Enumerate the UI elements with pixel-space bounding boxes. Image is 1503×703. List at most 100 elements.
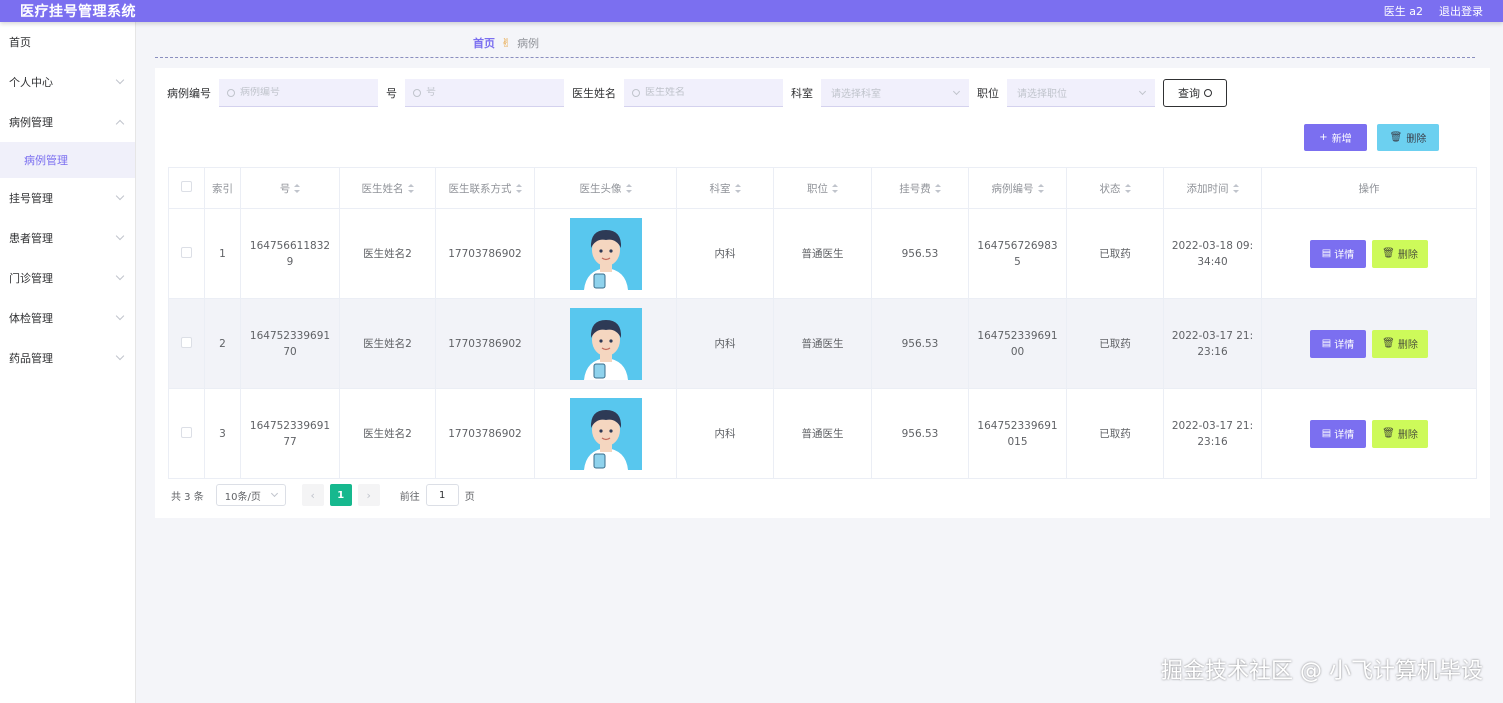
sort-icon[interactable] (1232, 184, 1239, 193)
col-time-label: 添加时间 (1186, 182, 1229, 195)
col-num[interactable]: 号 (240, 167, 340, 209)
cell-case-no-text: 1647567269835 (977, 239, 1058, 268)
cell-avatar (534, 208, 677, 299)
sort-icon[interactable] (515, 184, 522, 193)
sidebar-item-registration[interactable]: 挂号管理 (0, 178, 135, 218)
prev-page-button[interactable]: ‹ (301, 484, 324, 506)
detail-button[interactable]: ▤ 详情 (1310, 239, 1366, 268)
add-button[interactable]: + 新增 (1304, 124, 1367, 151)
delete-label: 删除 (1406, 134, 1427, 145)
select-all-checkbox[interactable] (181, 181, 192, 192)
sidebar-item-profile[interactable]: 个人中心 (0, 62, 135, 102)
cell-ops: ▤ 详情 🗑 删除 (1261, 388, 1477, 479)
cell-time: 2022-03-18 09:34:40 (1163, 208, 1262, 299)
next-page-button[interactable]: › (357, 484, 380, 506)
col-fee-label: 挂号费 (899, 182, 931, 195)
sort-icon[interactable] (625, 184, 632, 193)
batch-delete-button[interactable]: 🗑 删除 (1377, 124, 1439, 151)
sidebar-subitem-case-management[interactable]: 病例管理 (0, 142, 135, 178)
document-icon: ▤ (1321, 428, 1332, 439)
case-no-input[interactable] (240, 87, 360, 98)
row-actions: ▤ 详情 🗑 删除 (1262, 419, 1476, 448)
detail-button[interactable]: ▤ 详情 (1310, 329, 1366, 358)
sort-icon[interactable] (1037, 184, 1044, 193)
app-title: 医疗挂号管理系统 (20, 4, 136, 20)
title-select-placeholder: 请选择职位 (1017, 89, 1067, 100)
cell-avatar (534, 388, 677, 479)
row-select-cell (168, 388, 205, 479)
goto-input[interactable]: 1 (425, 484, 459, 506)
chevron-down-icon (952, 87, 961, 95)
row-actions: ▤ 详情 🗑 删除 (1262, 239, 1476, 268)
num-input[interactable] (426, 87, 546, 98)
col-num-label: 号 (279, 182, 291, 195)
col-case-no[interactable]: 病例编号 (968, 167, 1067, 209)
cell-index: 3 (204, 388, 241, 479)
detail-label: 详情 (1334, 430, 1355, 441)
sidebar-item-label: 个人中心 (9, 76, 53, 89)
title-select[interactable]: 请选择职位 (1007, 79, 1155, 107)
cell-time-text: 2022-03-17 21:23:16 (1171, 419, 1254, 448)
col-avatar-label: 医生头像 (579, 182, 622, 195)
cell-num: 16475233969177 (240, 388, 340, 479)
chevron-down-icon (1138, 87, 1147, 95)
dept-select[interactable]: 请选择科室 (821, 79, 969, 107)
sidebar-item-checkup[interactable]: 体检管理 (0, 298, 135, 338)
col-phone-label: 医生联系方式 (448, 182, 512, 195)
title-label: 职位 (977, 87, 999, 100)
page-size-select[interactable]: 10条/页 (215, 484, 286, 506)
cell-fee: 956.53 (871, 208, 969, 299)
sort-icon[interactable] (734, 184, 741, 193)
cell-case-no: 16475233969100 (968, 298, 1067, 389)
cell-title: 普通医生 (773, 208, 872, 299)
col-doctor[interactable]: 医生姓名 (339, 167, 436, 209)
sidebar-item-label: 门诊管理 (9, 272, 53, 285)
sort-icon[interactable] (407, 184, 414, 193)
sidebar-item-patients[interactable]: 患者管理 (0, 218, 135, 258)
query-button[interactable]: 查询 (1163, 79, 1227, 107)
doctor-input[interactable] (645, 87, 765, 98)
row-delete-button[interactable]: 🗑 删除 (1372, 239, 1428, 268)
breadcrumb-home[interactable]: 首页 (473, 35, 495, 51)
col-dept[interactable]: 科室 (676, 167, 774, 209)
page-size-value: 10条/页 (224, 491, 261, 503)
user-name[interactable]: 医生 a2 (1384, 3, 1423, 19)
doctor-avatar (569, 217, 642, 290)
col-fee[interactable]: 挂号费 (871, 167, 969, 209)
sidebar-item-label: 药品管理 (9, 352, 53, 365)
sidebar-item-cases[interactable]: 病例管理 (0, 102, 135, 142)
cell-dept: 内科 (676, 208, 774, 299)
col-time[interactable]: 添加时间 (1163, 167, 1262, 209)
row-checkbox[interactable] (181, 336, 192, 348)
cell-phone: 17703786902 (435, 298, 535, 389)
col-title[interactable]: 职位 (773, 167, 872, 209)
cell-fee: 956.53 (871, 298, 969, 389)
sidebar-item-home[interactable]: 首页 (0, 22, 135, 62)
search-icon (227, 88, 235, 97)
cell-dept: 内科 (676, 388, 774, 479)
row-checkbox[interactable] (181, 426, 192, 438)
logout-link[interactable]: 退出登录 (1439, 3, 1483, 19)
sort-icon[interactable] (832, 184, 838, 193)
row-delete-button[interactable]: 🗑 删除 (1372, 329, 1428, 358)
col-status[interactable]: 状态 (1066, 167, 1164, 209)
cell-num-text: 16475233969170 (249, 329, 331, 358)
sort-icon[interactable] (1124, 184, 1131, 193)
cell-ops: ▤ 详情 🗑 删除 (1261, 298, 1477, 389)
row-checkbox[interactable] (181, 246, 192, 258)
chevron-down-icon (115, 75, 125, 85)
sidebar-item-drugs[interactable]: 药品管理 (0, 338, 135, 378)
col-avatar[interactable]: 医生头像 (534, 167, 677, 209)
row-select-cell (168, 208, 205, 299)
col-phone[interactable]: 医生联系方式 (435, 167, 535, 209)
row-delete-button[interactable]: 🗑 删除 (1372, 419, 1428, 448)
page-number-button[interactable]: 1 (329, 484, 352, 506)
dept-label: 科室 (791, 87, 813, 100)
sidebar-item-clinic[interactable]: 门诊管理 (0, 258, 135, 298)
col-index: 索引 (204, 167, 241, 209)
cell-phone: 17703786902 (435, 208, 535, 299)
detail-button[interactable]: ▤ 详情 (1310, 419, 1366, 448)
sort-icon[interactable] (934, 184, 941, 193)
sidebar-item-label: 病例管理 (9, 116, 53, 129)
sort-icon[interactable] (294, 184, 301, 193)
